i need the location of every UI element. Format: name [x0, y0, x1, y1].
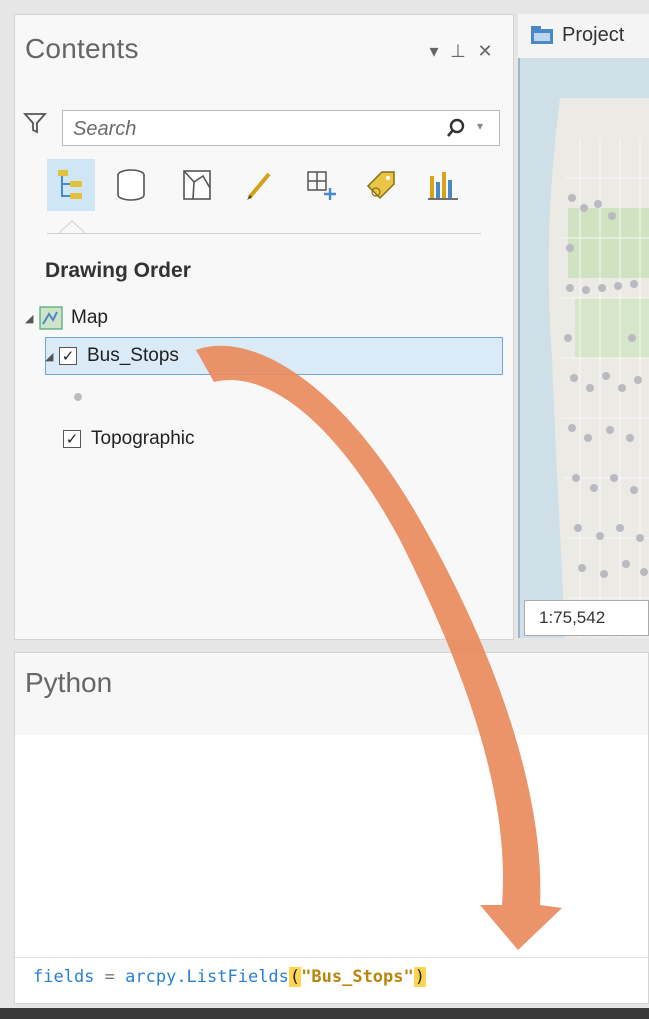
list-by-editing-icon[interactable]: [235, 159, 283, 211]
python-input-divider: [15, 957, 648, 958]
contents-pane: Contents ▾ ⊥ ✕ ▾: [14, 14, 514, 640]
search-input[interactable]: [71, 115, 435, 143]
code-operator: =: [94, 967, 126, 987]
code-string-arg: "Bus_Stops": [301, 967, 414, 987]
python-input[interactable]: fields = arcpy.ListFields("Bus_Stops"): [33, 967, 426, 987]
pin-icon[interactable]: ⊥: [447, 41, 469, 61]
tree-item-label: Bus_Stops: [87, 345, 179, 366]
search-box[interactable]: ▾: [62, 110, 500, 146]
visibility-checkbox[interactable]: ✓: [63, 430, 81, 448]
bottom-edge: [0, 1008, 649, 1019]
list-by-charts-icon[interactable]: [419, 159, 467, 211]
map-scale[interactable]: 1:75,542: [524, 600, 649, 636]
list-by-labeling-icon[interactable]: [357, 159, 405, 211]
tree-item-topographic[interactable]: ✓ Topographic: [63, 421, 195, 457]
visibility-checkbox[interactable]: ✓: [59, 347, 77, 365]
close-icon[interactable]: ✕: [474, 41, 496, 61]
filter-icon[interactable]: [23, 111, 47, 135]
map-tab[interactable]: Project: [518, 14, 649, 58]
search-options-icon[interactable]: ▾: [477, 119, 483, 133]
toolbar-divider: [47, 233, 481, 234]
search-icon[interactable]: [445, 117, 467, 139]
code-close-paren: ): [413, 967, 426, 987]
list-by-selection-icon[interactable]: [173, 159, 221, 211]
tree-item-map[interactable]: ◢ Map: [25, 300, 108, 336]
list-by-snapping-icon[interactable]: [297, 159, 345, 211]
map-basemap: [520, 58, 649, 638]
python-title: Python: [25, 667, 113, 698]
tree-item-bus-stops[interactable]: ◢ ✓ Bus_Stops: [45, 338, 179, 374]
pane-options-icon[interactable]: ▾: [423, 41, 445, 61]
tree-item-label: Map: [71, 307, 108, 328]
map-view[interactable]: [518, 58, 649, 638]
project-icon: [531, 26, 553, 44]
tree-item-label: Topographic: [91, 428, 195, 449]
point-symbol-icon[interactable]: [74, 393, 82, 401]
code-variable: fields: [33, 967, 95, 987]
list-by-drawing-order-icon[interactable]: [47, 159, 95, 211]
active-tab-pointer: [59, 220, 85, 234]
map-icon: [39, 306, 63, 330]
collapse-icon[interactable]: ◢: [45, 350, 59, 363]
contents-title: Contents: [25, 33, 139, 64]
code-function: arcpy.ListFields: [125, 967, 289, 987]
drawing-order-heading: Drawing Order: [45, 259, 191, 282]
code-open-paren: (: [288, 967, 302, 987]
list-by-data-source-icon[interactable]: [107, 159, 155, 211]
python-pane: Python fields = arcpy.ListFields("Bus_St…: [14, 652, 649, 1004]
collapse-icon[interactable]: ◢: [25, 312, 39, 325]
map-tab-label: Project: [562, 24, 625, 46]
